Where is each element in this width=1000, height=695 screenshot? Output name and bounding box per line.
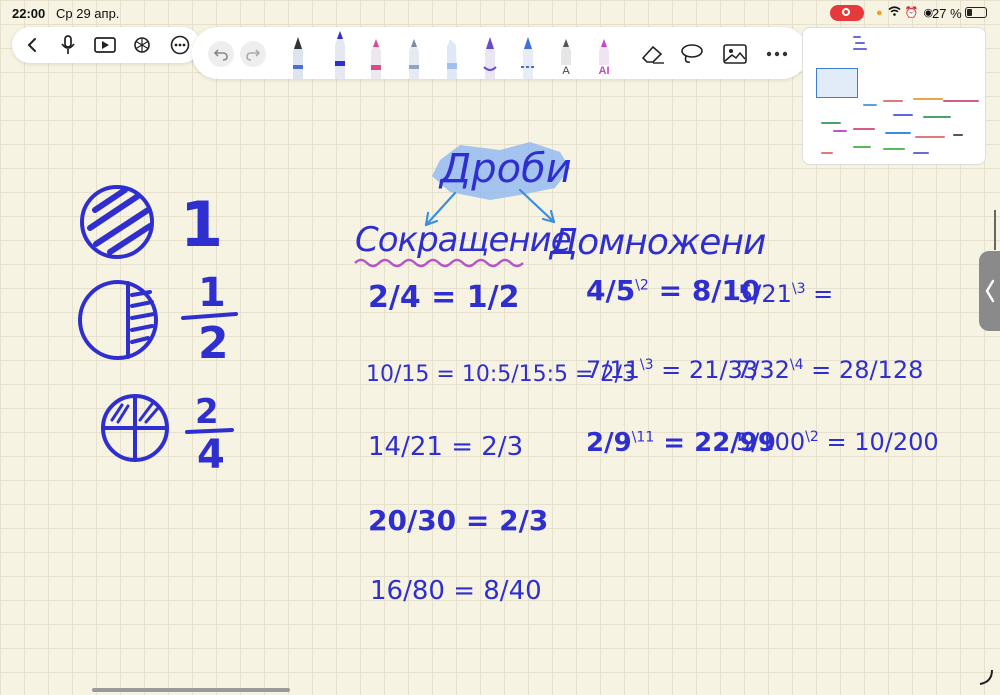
whole-value: 1 [180, 188, 224, 261]
home-indicator[interactable] [92, 688, 290, 692]
multiplication-row-6: 5/100\2 = 10/200 [736, 428, 939, 456]
multiplication-row-2: 5/21\3 = [738, 280, 834, 308]
reduction-row-4: 20/30 = 2/3 [368, 504, 549, 537]
reduction-row-5: 16/80 = 8/40 [370, 576, 542, 606]
title-heading: Дроби [440, 146, 572, 192]
multiplication-row-4: 7/32\4 = 28/128 [736, 356, 924, 384]
quarter-denominator: 4 [197, 432, 225, 478]
multiplication-row-3: 7/11\3 = 21/33 [586, 356, 759, 384]
reduction-row-1: 2/4 = 1/2 [368, 280, 520, 315]
right-branch-heading: Домножени [550, 222, 766, 263]
half-denominator: 2 [198, 318, 229, 369]
half-numerator: 1 [198, 270, 226, 316]
underline-squiggle [354, 258, 524, 268]
left-branch-heading: Сокращение [355, 220, 572, 260]
multiplication-row-1: 4/5\2 = 8/10 [586, 274, 761, 307]
resize-corner-icon[interactable] [978, 668, 996, 688]
reduction-row-3: 14/21 = 2/3 [368, 432, 524, 462]
quarter-numerator: 2 [195, 392, 219, 432]
